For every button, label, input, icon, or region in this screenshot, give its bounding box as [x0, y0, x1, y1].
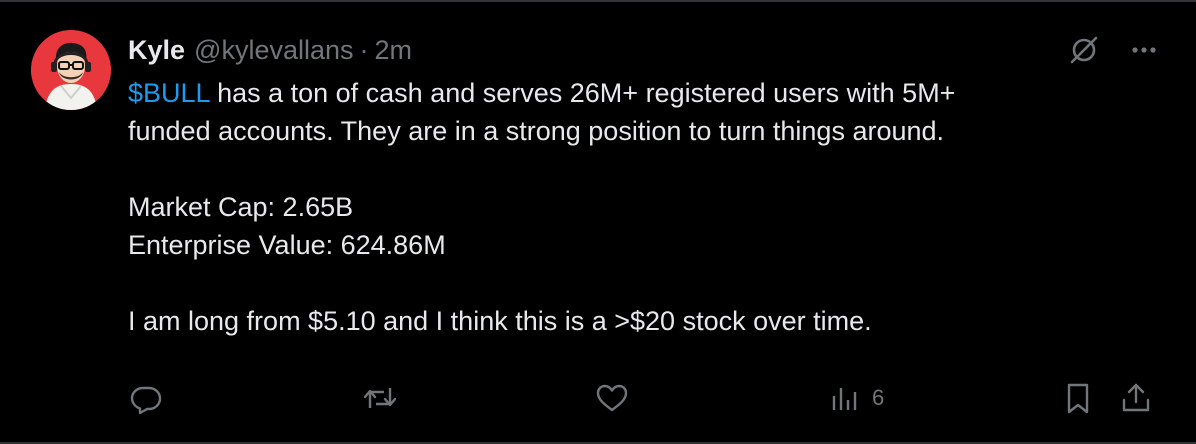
tweet-line-1: $BULL has a ton of cash and serves 26M+ …	[128, 74, 1148, 112]
tweet-line-3: Market Cap: 2.65B	[128, 192, 354, 222]
views-button[interactable]: 6	[828, 378, 884, 418]
reply-button[interactable]	[128, 378, 164, 418]
share-icon	[1118, 380, 1154, 416]
share-button[interactable]	[1118, 378, 1154, 418]
tweet-line-5: I am long from $5.10 and I think this is…	[128, 306, 872, 336]
tweet-card[interactable]: Kyle @kylevallans · 2m $BULL has a ton o…	[0, 0, 1196, 444]
tweet-action-bar: 6	[128, 378, 1164, 418]
grok-icon[interactable]	[1066, 32, 1102, 68]
cashtag-link[interactable]: $BULL	[128, 78, 210, 108]
repost-icon	[360, 380, 400, 416]
like-button[interactable]	[594, 378, 630, 418]
user-handle[interactable]: @kylevallans	[194, 35, 353, 66]
tweet-text: $BULL has a ton of cash and serves 26M+ …	[128, 74, 1148, 340]
display-name[interactable]: Kyle	[128, 35, 185, 66]
repost-button[interactable]	[360, 378, 400, 418]
heart-icon	[594, 380, 630, 416]
views-count: 6	[872, 385, 885, 410]
bookmark-icon	[1062, 380, 1094, 416]
timestamp[interactable]: 2m	[375, 35, 413, 66]
tweet-line-1-text: has a ton of cash and serves 26M+ regist…	[209, 78, 956, 108]
tweet-line-4: Enterprise Value: 624.86M	[128, 230, 446, 260]
views-icon	[828, 380, 862, 416]
tweet-header: Kyle @kylevallans · 2m	[128, 32, 412, 68]
separator-dot: ·	[359, 34, 369, 65]
tweet-top-actions	[1066, 32, 1160, 68]
reply-icon	[128, 380, 164, 416]
more-icon[interactable]	[1128, 34, 1160, 66]
avatar[interactable]	[31, 30, 111, 110]
tweet-line-2: funded accounts. They are in a strong po…	[128, 116, 945, 146]
bookmark-button[interactable]	[1062, 378, 1094, 418]
